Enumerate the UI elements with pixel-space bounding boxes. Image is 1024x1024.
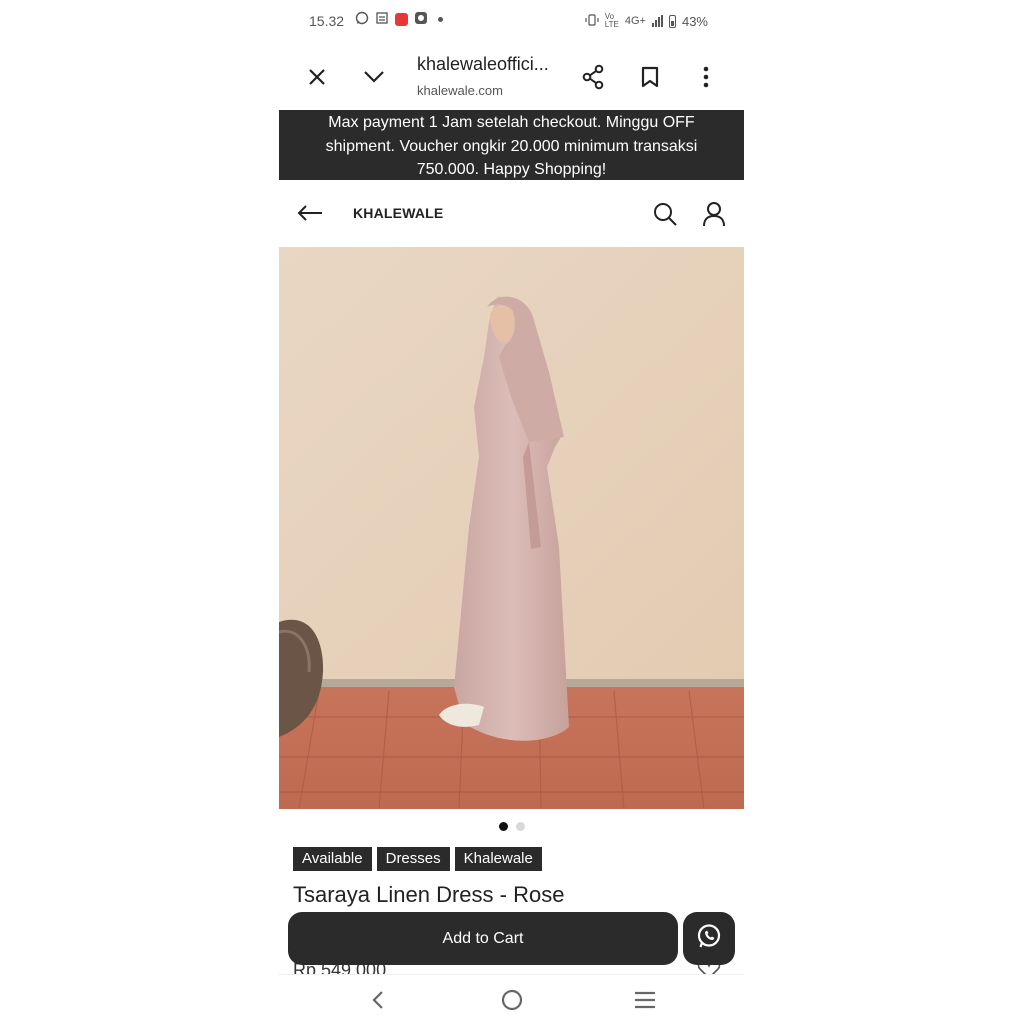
account-icon[interactable] xyxy=(698,198,730,230)
status-bar: 15.32 Vo LTE 4G+ 43% xyxy=(279,0,744,44)
more-notifications-dot xyxy=(438,17,443,22)
battery-level: 43% xyxy=(681,13,708,29)
back-arrow-icon[interactable] xyxy=(293,198,327,228)
volte-icon: Vo LTE xyxy=(604,12,619,29)
carousel-dot-2[interactable] xyxy=(515,822,525,831)
notification-icons xyxy=(355,11,443,28)
status-time: 15.32 xyxy=(309,13,345,29)
page-url[interactable]: khalewale.com xyxy=(417,83,503,98)
site-logo[interactable]: KHALEWALE xyxy=(353,205,443,221)
tag-dresses[interactable]: Dresses xyxy=(376,847,450,871)
pdf-icon xyxy=(395,13,408,26)
whatsapp-button[interactable] xyxy=(683,912,735,965)
close-icon[interactable] xyxy=(298,58,336,96)
app-icon xyxy=(414,11,428,28)
carousel-dots xyxy=(279,822,744,834)
more-vertical-icon[interactable] xyxy=(687,58,725,96)
bookmark-icon[interactable] xyxy=(631,58,669,96)
add-to-cart-button[interactable]: Add to Cart xyxy=(288,912,678,965)
system-navigation-bar xyxy=(279,974,744,1024)
search-icon[interactable] xyxy=(649,198,681,230)
share-icon[interactable] xyxy=(574,58,612,96)
site-header: KHALEWALE xyxy=(279,180,744,247)
add-to-cart-label: Add to Cart xyxy=(442,929,524,947)
announcement-bar: Max payment 1 Jam setelah checkout. Ming… xyxy=(279,110,744,180)
browser-toolbar: khalewaleoffici... khalewale.com xyxy=(279,44,744,110)
tag-khalewale[interactable]: Khalewale xyxy=(454,847,542,871)
chevron-down-icon[interactable] xyxy=(355,58,393,96)
page-title[interactable]: khalewaleoffici... xyxy=(417,54,549,75)
recents-icon[interactable] xyxy=(630,987,660,1013)
app-icon xyxy=(375,11,389,28)
product-tags: Available Dresses Khalewale xyxy=(293,847,542,871)
announcement-text: Max payment 1 Jam setelah checkout. Ming… xyxy=(325,114,698,178)
back-icon[interactable] xyxy=(363,987,393,1013)
product-title: Tsaraya Linen Dress - Rose xyxy=(293,882,565,907)
signal-icon xyxy=(651,15,663,27)
tag-available[interactable]: Available xyxy=(293,847,372,871)
system-status: Vo LTE 4G+ 43% xyxy=(585,13,708,29)
whatsapp-icon xyxy=(696,923,722,954)
battery-icon xyxy=(668,14,676,28)
product-image[interactable] xyxy=(279,247,744,809)
carousel-dot-1[interactable] xyxy=(498,822,508,831)
network-type: 4G+ xyxy=(624,15,646,27)
vibrate-icon xyxy=(585,13,599,29)
home-icon[interactable] xyxy=(497,987,527,1013)
whatsapp-icon xyxy=(355,11,369,28)
phone-screen: 15.32 Vo LTE 4G+ 43% khalewaleoffici... … xyxy=(279,0,744,1024)
